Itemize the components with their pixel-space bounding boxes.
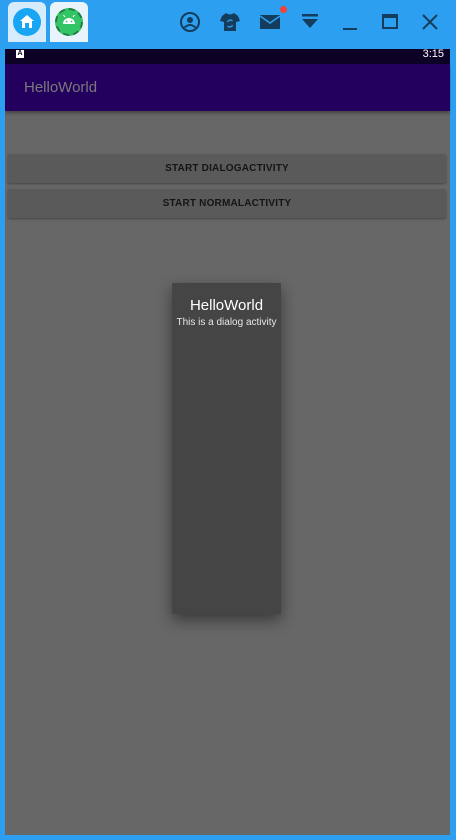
dialog-title: HelloWorld	[189, 297, 264, 314]
start-normal-activity-button[interactable]: START NORMALACTIVITY	[8, 189, 446, 218]
close-icon[interactable]	[418, 10, 442, 34]
start-dialog-activity-button[interactable]: START DIALOGACTIVITY	[8, 154, 446, 183]
minimize-icon[interactable]	[338, 10, 362, 34]
home-icon	[20, 15, 34, 28]
status-indicator-icon: A	[16, 50, 24, 58]
dialog-message: This is a dialog activity	[176, 317, 277, 328]
android-icon	[63, 14, 75, 24]
app-bar: HelloWorld	[5, 64, 450, 111]
account-icon[interactable]	[178, 10, 202, 34]
home-tab[interactable]	[8, 2, 46, 42]
emulator-titlebar	[0, 0, 456, 44]
dropdown-icon[interactable]	[298, 10, 322, 34]
status-bar: A 3:15	[5, 45, 450, 64]
shirt-icon[interactable]	[218, 10, 242, 34]
android-screen: A 3:15 HelloWorld START DIALOGACTIVITY S…	[5, 45, 450, 835]
notification-dot	[280, 6, 287, 13]
android-tab[interactable]	[50, 2, 88, 42]
status-time: 3:15	[422, 48, 444, 60]
dialog-activity: HelloWorld This is a dialog activity	[172, 283, 281, 614]
mail-icon[interactable]	[258, 10, 282, 34]
maximize-icon[interactable]	[378, 10, 402, 34]
app-title: HelloWorld	[24, 79, 98, 96]
